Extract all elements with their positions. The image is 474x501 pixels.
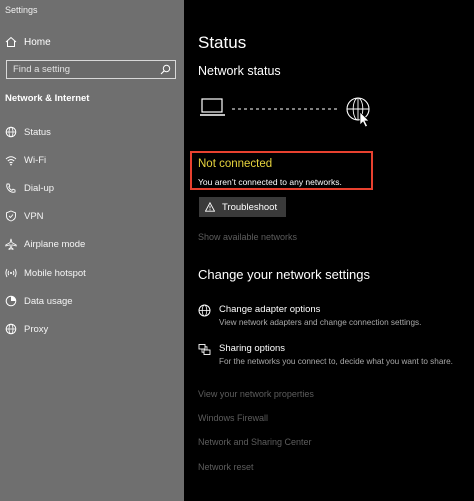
- sidebar-item-label: Data usage: [24, 295, 73, 307]
- sidebar-item-status[interactable]: Status: [0, 122, 184, 142]
- home-label: Home: [24, 36, 51, 48]
- sidebar-item-data-usage[interactable]: Data usage: [0, 291, 184, 311]
- show-available-networks-link[interactable]: Show available networks: [198, 232, 297, 242]
- home-icon: [5, 36, 17, 47]
- view-network-properties-link[interactable]: View your network properties: [198, 389, 314, 399]
- network-sharing-center-link[interactable]: Network and Sharing Center: [198, 437, 312, 447]
- sidebar-item-label: Wi-Fi: [24, 154, 47, 166]
- change-adapter-options[interactable]: Change adapter options View network adap…: [198, 304, 468, 330]
- not-connected-title: Not connected: [198, 158, 273, 170]
- hotspot-icon: [5, 268, 17, 278]
- section-label: Network & Internet: [5, 93, 90, 104]
- sidebar-item-dialup[interactable]: Dial-up: [0, 178, 184, 198]
- vpn-icon: [6, 210, 16, 222]
- sharing-options[interactable]: Sharing options For the networks you con…: [198, 343, 468, 381]
- sidebar: Settings Home Network & Internet Status …: [0, 0, 184, 501]
- laptop-icon: [200, 98, 225, 116]
- warning-icon: [205, 202, 215, 212]
- sidebar-item-label: Proxy: [24, 323, 49, 335]
- dialup-icon: [6, 183, 16, 193]
- sidebar-item-proxy[interactable]: Proxy: [0, 319, 184, 339]
- change-settings-heading: Change your network settings: [198, 267, 370, 282]
- sidebar-item-label: VPN: [24, 210, 44, 222]
- home-globe-icon: [5, 126, 17, 138]
- sidebar-item-vpn[interactable]: VPN: [0, 206, 184, 226]
- app-title: Settings: [5, 5, 38, 15]
- page-title: Status: [198, 33, 247, 52]
- proxy-globe-icon: [5, 323, 17, 335]
- troubleshoot-label: Troubleshoot: [222, 201, 278, 213]
- sidebar-item-airplane-mode[interactable]: Airplane mode: [0, 234, 184, 254]
- network-status-heading: Network status: [198, 64, 281, 78]
- option-title: Change adapter options: [219, 304, 321, 315]
- search-icon: [160, 64, 171, 75]
- option-description: View network adapters and change connect…: [219, 318, 422, 327]
- sidebar-item-mobile-hotspot[interactable]: Mobile hotspot: [0, 263, 184, 283]
- airplane-icon: [5, 238, 17, 250]
- sharing-icon: [198, 344, 211, 355]
- main-content: Status Network status Not connected You …: [184, 0, 474, 501]
- not-connected-description: You aren’t connected to any networks.: [198, 177, 342, 187]
- sidebar-item-wifi[interactable]: Wi-Fi: [0, 150, 184, 170]
- windows-firewall-link[interactable]: Windows Firewall: [198, 413, 268, 423]
- wifi-icon: [5, 156, 17, 166]
- search-box[interactable]: [6, 60, 176, 79]
- sidebar-home[interactable]: Home: [5, 36, 51, 48]
- search-input[interactable]: [13, 63, 153, 76]
- adapter-icon: [198, 304, 211, 317]
- sidebar-item-label: Airplane mode: [24, 238, 86, 250]
- network-diagram: [200, 97, 370, 128]
- globe-icon: [346, 97, 370, 121]
- sidebar-item-label: Status: [24, 126, 51, 138]
- option-title: Sharing options: [219, 343, 286, 354]
- sidebar-item-label: Mobile hotspot: [24, 267, 86, 279]
- network-reset-link[interactable]: Network reset: [198, 462, 254, 472]
- troubleshoot-button[interactable]: Troubleshoot: [199, 197, 287, 217]
- data-usage-icon: [5, 295, 17, 307]
- option-description: For the networks you connect to, decide …: [219, 357, 453, 366]
- sidebar-item-label: Dial-up: [24, 182, 55, 194]
